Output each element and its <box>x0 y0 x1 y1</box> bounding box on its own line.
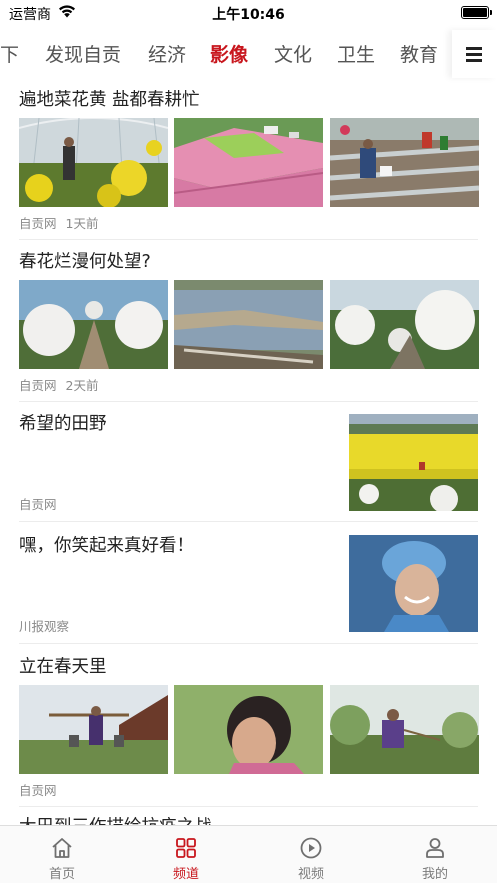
bottom-tab-label: 频道 <box>172 867 199 882</box>
channel-menu-button[interactable] <box>452 30 497 78</box>
news-thumbnail[interactable] <box>19 280 168 369</box>
status-bar: 运营商 上午10:46 <box>0 0 497 26</box>
battery-level <box>463 8 487 17</box>
news-card[interactable]: 春花烂漫何处望? 自贡网 2天前 <box>19 250 479 402</box>
tab-culture[interactable]: 文化 <box>274 40 312 67</box>
clock: 上午10:46 <box>212 7 285 23</box>
home-icon <box>52 838 72 858</box>
news-meta: 川报观察 <box>19 616 69 635</box>
divider <box>19 401 478 402</box>
tab-economy[interactable]: 经济 <box>148 40 186 67</box>
bottom-tab-bar: 首页 频道 视频 我的 <box>0 825 497 883</box>
news-title: 春花烂漫何处望? <box>19 252 151 272</box>
news-source: 自贡网 <box>19 497 57 512</box>
user-icon <box>426 838 444 858</box>
news-card[interactable]: 嘿，你笑起来真好看！ 川报观察 <box>19 534 478 644</box>
news-thumbnail[interactable] <box>174 685 323 774</box>
tab-discover-zigong[interactable]: 发现自贡 <box>45 40 121 67</box>
bottom-tab-video[interactable]: 视频 <box>249 826 373 883</box>
news-card[interactable]: 希望的田野 自贡网 <box>19 412 478 522</box>
tab-health[interactable]: 卫生 <box>337 40 375 67</box>
news-meta: 自贡网 <box>19 780 57 799</box>
news-source: 自贡网 <box>19 783 57 798</box>
news-thumbnail[interactable] <box>349 414 478 511</box>
news-source: 自贡网 <box>19 378 57 393</box>
bottom-tab-label: 我的 <box>421 867 448 882</box>
menu-icon <box>466 59 482 62</box>
news-meta: 自贡网 1天前 <box>19 213 98 232</box>
news-title: 大巴到三作描绘抗疫之战 <box>19 815 478 825</box>
news-title: 遍地菜花黄 盐都春耕忙 <box>19 90 200 110</box>
battery-icon <box>461 6 492 19</box>
channels-grid-icon <box>176 838 196 858</box>
channel-tabs-scroll[interactable]: 下 发现自贡 经济 影像 文化 卫生 教育 <box>0 30 452 78</box>
news-thumbnail[interactable] <box>174 280 323 369</box>
divider <box>19 806 478 807</box>
tabs-fade <box>434 30 452 78</box>
bottom-tab-home[interactable]: 首页 <box>0 826 124 883</box>
news-feed[interactable]: 遍地菜花黄 盐都春耕忙 自贡网 1天前 春花烂漫何处望? 自贡网 2天前 希望的… <box>0 78 497 825</box>
news-meta: 自贡网 2天前 <box>19 375 98 394</box>
news-time: 2天前 <box>65 378 99 393</box>
news-thumbnail[interactable] <box>19 118 168 207</box>
channel-tabs: 下 发现自贡 经济 影像 文化 卫生 教育 <box>0 30 497 78</box>
news-source: 川报观察 <box>19 619 70 634</box>
news-card[interactable]: 立在春天里 自贡网 <box>19 655 479 807</box>
news-source: 自贡网 <box>19 216 57 231</box>
news-thumbnail[interactable] <box>330 685 479 774</box>
tab-education[interactable]: 教育 <box>400 40 438 67</box>
news-thumbnail[interactable] <box>330 118 479 207</box>
bottom-tab-channels[interactable]: 频道 <box>124 826 248 883</box>
bottom-tab-profile[interactable]: 我的 <box>373 826 497 883</box>
news-thumbnail[interactable] <box>19 685 168 774</box>
bottom-tab-label: 首页 <box>48 867 75 882</box>
news-thumbnail[interactable] <box>349 535 478 632</box>
divider <box>19 521 478 522</box>
menu-icon <box>466 47 482 50</box>
divider <box>19 643 478 644</box>
tab-imaging[interactable]: 影像 <box>210 40 248 67</box>
bottom-tab-label: 视频 <box>297 867 324 882</box>
news-card[interactable]: 遍地菜花黄 盐都春耕忙 自贡网 1天前 <box>19 88 479 240</box>
news-thumbnail[interactable] <box>330 280 479 369</box>
news-card[interactable]: 大巴到三作描绘抗疫之战 <box>19 815 478 825</box>
news-time: 1天前 <box>65 216 99 231</box>
play-circle-icon <box>300 837 322 859</box>
tab-xia[interactable]: 下 <box>0 40 19 67</box>
news-thumbnail[interactable] <box>174 118 323 207</box>
menu-icon <box>466 53 482 56</box>
news-title: 立在春天里 <box>19 657 107 677</box>
divider <box>19 239 478 240</box>
news-meta: 自贡网 <box>19 494 57 513</box>
